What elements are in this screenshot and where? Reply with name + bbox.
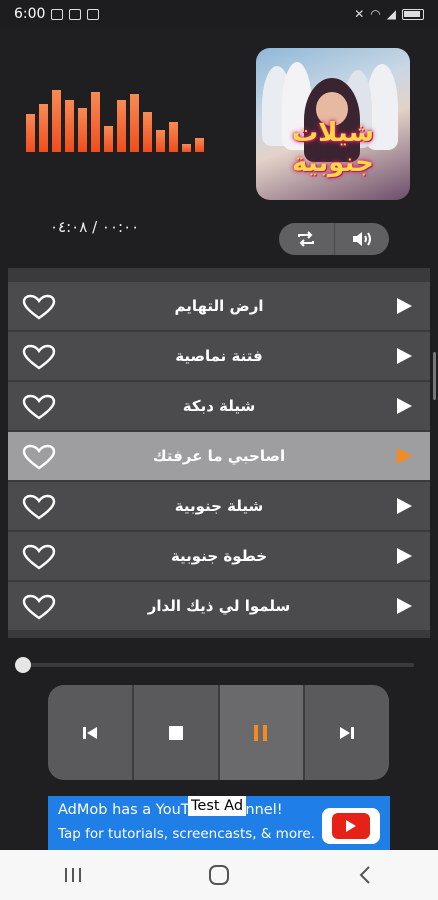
- equalizer-bar: [52, 90, 61, 152]
- volume-icon: [352, 232, 371, 246]
- pause-icon: [254, 724, 268, 741]
- skip-next-icon: [340, 726, 355, 739]
- mute-icon: ✕: [354, 7, 365, 21]
- ad-subtext: Tap for tutorials, screencasts, & more.: [58, 826, 315, 842]
- track-title: شيلة دبكة: [182, 397, 256, 415]
- track-title: خطوة جنوبية: [170, 547, 268, 565]
- heart-icon[interactable]: [22, 294, 56, 320]
- recents-button[interactable]: [43, 855, 103, 895]
- equalizer-bar: [130, 94, 139, 152]
- recents-icon: [65, 868, 81, 882]
- skip-previous-icon: [82, 726, 97, 739]
- play-icon[interactable]: [397, 548, 412, 564]
- play-icon[interactable]: [397, 598, 412, 614]
- equalizer-bar: [104, 126, 113, 152]
- playlist-item[interactable]: شيلة جنوبية: [8, 482, 430, 530]
- repeat-icon: [298, 231, 315, 247]
- volume-button[interactable]: [333, 223, 390, 255]
- equalizer-bar: [156, 130, 165, 152]
- equalizer-bar: [195, 138, 204, 152]
- elapsed-time: ٠٠:٠٠: [101, 218, 140, 236]
- previous-button[interactable]: [48, 685, 132, 780]
- heart-icon[interactable]: [22, 344, 56, 370]
- playlist-item[interactable]: سلموا لي ذيك الدار: [8, 582, 430, 630]
- album-title: شيلات جنوبية: [291, 118, 375, 178]
- ad-banner[interactable]: AdMob has a YouTube channel! Tap for tut…: [48, 796, 390, 850]
- equalizer-bar: [39, 104, 48, 152]
- test-ad-label: Test Ad: [188, 796, 247, 816]
- playlist: ارض التهايم فتنة نماصية شيلة دبكة اصاحبي…: [8, 268, 430, 638]
- play-icon[interactable]: [397, 398, 412, 414]
- equalizer-bar: [182, 144, 191, 152]
- next-button[interactable]: [303, 685, 389, 780]
- heart-icon[interactable]: [22, 594, 56, 620]
- equalizer-visualizer: [26, 88, 216, 152]
- time-separator: /: [92, 218, 98, 236]
- equalizer-bar: [65, 100, 74, 152]
- playback-controls: [48, 685, 389, 780]
- playlist-item[interactable]: فتنة نماصية: [8, 332, 430, 380]
- playlist-scrollbar[interactable]: [433, 352, 436, 400]
- track-title: سلموا لي ذيك الدار: [147, 597, 291, 615]
- equalizer-bar: [169, 122, 178, 152]
- play-icon[interactable]: [397, 348, 412, 364]
- back-button[interactable]: [335, 855, 395, 895]
- time-display: ٠٠:٠٠ / ٠٤:٠٨: [50, 218, 180, 236]
- playlist-item[interactable]: خطوة جنوبية: [8, 532, 430, 580]
- track-title: فتنة نماصية: [175, 347, 263, 365]
- stop-icon: [168, 725, 183, 740]
- navigation-bar: [0, 850, 438, 900]
- battery-icon: [402, 8, 424, 20]
- home-icon: [209, 865, 229, 885]
- playback-options: [279, 223, 389, 255]
- pause-button[interactable]: [217, 685, 304, 780]
- seek-bar[interactable]: [22, 663, 414, 667]
- stop-button[interactable]: [131, 685, 218, 780]
- playlist-item-active[interactable]: اصاحبي ما عرفتك: [8, 432, 430, 480]
- album-cover: شيلات جنوبية: [256, 48, 410, 200]
- play-icon[interactable]: [397, 448, 412, 464]
- heart-icon[interactable]: [22, 494, 56, 520]
- gallery-icon: [87, 8, 100, 20]
- youtube-logo-icon: [322, 808, 380, 844]
- equalizer-bar: [26, 114, 35, 152]
- equalizer-bar: [91, 92, 100, 152]
- track-title: شيلة جنوبية: [174, 497, 264, 515]
- playlist-item[interactable]: شيلة دبكة: [8, 382, 430, 430]
- status-bar: 6:00 ✕ ◠ ◢: [0, 0, 438, 28]
- ad-headline: AdMob has a YouTube channel!: [58, 802, 283, 818]
- gallery-icon: [69, 8, 82, 20]
- duration-time: ٠٤:٠٨: [50, 218, 88, 236]
- seek-handle[interactable]: [15, 657, 31, 673]
- status-time: 6:00: [14, 6, 46, 22]
- track-title: اصاحبي ما عرفتك: [152, 447, 286, 465]
- repeat-button[interactable]: [279, 223, 334, 255]
- playlist-item[interactable]: ارض التهايم: [8, 282, 430, 330]
- heart-icon[interactable]: [22, 544, 56, 570]
- signal-icon: ◢: [386, 7, 396, 21]
- heart-icon[interactable]: [22, 394, 56, 420]
- track-title: ارض التهايم: [174, 297, 264, 315]
- equalizer-bar: [78, 108, 87, 152]
- wifi-icon: ◠: [370, 7, 381, 21]
- play-icon[interactable]: [397, 498, 412, 514]
- gallery-icon: [51, 8, 64, 20]
- play-icon[interactable]: [397, 298, 412, 314]
- home-button[interactable]: [189, 855, 249, 895]
- equalizer-bar: [117, 100, 126, 152]
- equalizer-bar: [143, 112, 152, 152]
- heart-icon[interactable]: [22, 444, 56, 470]
- back-icon: [359, 866, 370, 884]
